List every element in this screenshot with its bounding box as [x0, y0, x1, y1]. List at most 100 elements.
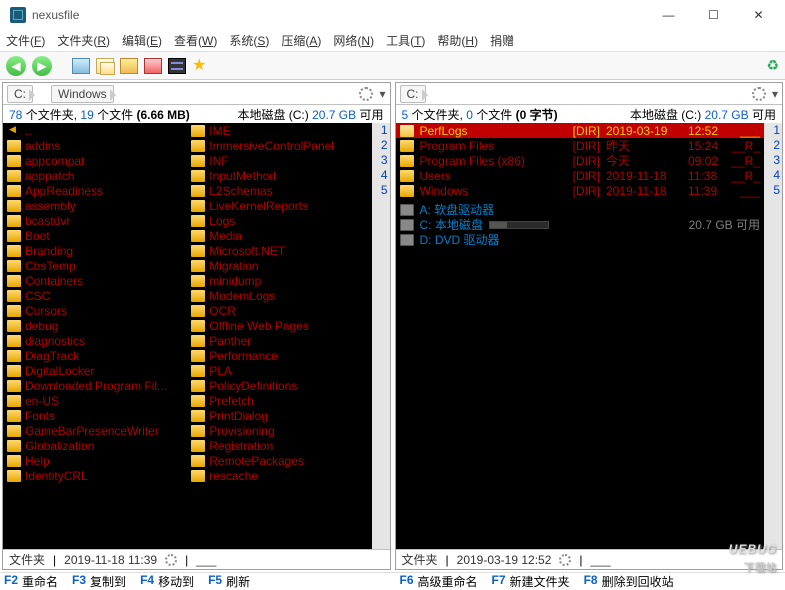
fn-key[interactable]: F4移动到: [140, 573, 194, 590]
list-item[interactable]: INF: [187, 153, 371, 168]
menu-item[interactable]: 帮助(H): [437, 32, 478, 49]
list-item[interactable]: Cursors: [3, 303, 187, 318]
list-item[interactable]: PLA: [187, 363, 371, 378]
right-path-bar[interactable]: C: ▾: [396, 83, 783, 105]
list-item[interactable]: Help: [3, 453, 187, 468]
list-item[interactable]: Prefetch: [187, 393, 371, 408]
list-item[interactable]: Users [DIR] 2019-11-18 11:38 __R_: [396, 168, 765, 183]
copy-icon[interactable]: [96, 58, 114, 74]
breadcrumb-drive[interactable]: C:: [400, 85, 426, 103]
nav-forward-button[interactable]: ▶: [32, 56, 52, 76]
list-item[interactable]: Logs: [187, 213, 371, 228]
file-name: Program Files: [420, 139, 561, 153]
view-icon[interactable]: [168, 58, 186, 74]
list-item[interactable]: Branding: [3, 243, 187, 258]
list-item[interactable]: bcastdvr: [3, 213, 187, 228]
menu-item[interactable]: 系统(S): [229, 32, 269, 49]
list-item[interactable]: OCR: [187, 303, 371, 318]
menu-item[interactable]: 查看(W): [174, 32, 217, 49]
drive-row[interactable]: A: 软盘驱动器: [396, 202, 765, 217]
list-item[interactable]: DiagTrack: [3, 348, 187, 363]
chevron-down-icon[interactable]: ▾: [379, 87, 385, 101]
fn-key[interactable]: F7新建文件夹: [492, 573, 570, 590]
list-item[interactable]: diagnostics: [3, 333, 187, 348]
list-item[interactable]: CSC: [3, 288, 187, 303]
fn-key[interactable]: F3复制到: [72, 573, 126, 590]
list-item[interactable]: addins: [3, 138, 187, 153]
fn-key[interactable]: F8删除到回收站: [584, 573, 674, 590]
list-item[interactable]: RemotePackages: [187, 453, 371, 468]
list-item[interactable]: ImmersiveControlPanel: [187, 138, 371, 153]
fn-key[interactable]: F6高级重命名: [400, 573, 478, 590]
list-item[interactable]: Registration: [187, 438, 371, 453]
right-file-list[interactable]: PerfLogs [DIR] 2019-03-19 12:52 ___ Prog…: [396, 123, 783, 549]
list-item[interactable]: L2Schemas: [187, 183, 371, 198]
fn-key[interactable]: F5刷新: [208, 573, 250, 590]
list-item[interactable]: LiveKernelReports: [187, 198, 371, 213]
list-item[interactable]: IME: [187, 123, 371, 138]
list-item[interactable]: DigitalLocker: [3, 363, 187, 378]
parent-dir-row[interactable]: ..: [3, 123, 187, 138]
list-item[interactable]: Program Files [DIR] 昨天 15:24 __R_: [396, 138, 765, 153]
list-item[interactable]: Globalization: [3, 438, 187, 453]
menu-item[interactable]: 编辑(E): [122, 32, 162, 49]
menu-item[interactable]: 网络(N): [333, 32, 374, 49]
nav-back-button[interactable]: ◀: [6, 56, 26, 76]
list-item[interactable]: Migration: [187, 258, 371, 273]
list-item[interactable]: Panther: [187, 333, 371, 348]
list-item[interactable]: apppatch: [3, 168, 187, 183]
file-name: Logs: [209, 214, 367, 228]
list-item[interactable]: en-US: [3, 393, 187, 408]
list-item[interactable]: appcompat: [3, 153, 187, 168]
list-item[interactable]: Performance: [187, 348, 371, 363]
menu-item[interactable]: 压缩(A): [281, 32, 321, 49]
list-item[interactable]: Fonts: [3, 408, 187, 423]
list-item[interactable]: PrintDialog: [187, 408, 371, 423]
list-item[interactable]: CbsTemp: [3, 258, 187, 273]
list-item[interactable]: PerfLogs [DIR] 2019-03-19 12:52 ___: [396, 123, 765, 138]
minimize-button[interactable]: —: [646, 1, 691, 29]
fn-key[interactable]: F2重命名: [4, 573, 58, 590]
list-item[interactable]: Boot: [3, 228, 187, 243]
list-item[interactable]: assembly: [3, 198, 187, 213]
favorite-icon[interactable]: ★: [192, 59, 206, 73]
list-item[interactable]: Downloaded Program Fil...: [3, 378, 187, 393]
list-item[interactable]: Windows [DIR] 2019-11-18 11:39 ___: [396, 183, 765, 198]
breadcrumb-drive[interactable]: C:: [7, 85, 33, 103]
file-name: Windows: [420, 184, 561, 198]
delete-icon[interactable]: [144, 58, 162, 74]
list-item[interactable]: Microsoft.NET: [187, 243, 371, 258]
list-item[interactable]: Offline Web Pages: [187, 318, 371, 333]
list-item[interactable]: AppReadiness: [3, 183, 187, 198]
drive-row[interactable]: C: 本地磁盘 20.7 GB 可用: [396, 217, 765, 232]
maximize-button[interactable]: ☐: [691, 1, 736, 29]
file-name: Fonts: [25, 409, 183, 423]
list-item[interactable]: GameBarPresenceWriter: [3, 423, 187, 438]
list-item[interactable]: Media: [187, 228, 371, 243]
new-icon[interactable]: [72, 58, 90, 74]
list-item[interactable]: minidump: [187, 273, 371, 288]
list-item[interactable]: rescache: [187, 468, 371, 483]
menu-item[interactable]: 文件夹(R): [57, 32, 110, 49]
left-file-list[interactable]: ..addinsappcompatapppatchAppReadinessass…: [3, 123, 390, 549]
list-item[interactable]: IdentityCRL: [3, 468, 187, 483]
list-item[interactable]: PolicyDefinitions: [187, 378, 371, 393]
menu-item[interactable]: 工具(T): [386, 32, 425, 49]
list-item[interactable]: Program Files (x86) [DIR] 今天 09:02 __R_: [396, 153, 765, 168]
list-item[interactable]: InputMethod: [187, 168, 371, 183]
list-item[interactable]: ModemLogs: [187, 288, 371, 303]
paste-icon[interactable]: [120, 58, 138, 74]
toolbar: ◀ ▶ ★ ♻: [0, 52, 785, 80]
chevron-down-icon[interactable]: ▾: [772, 87, 778, 101]
list-item[interactable]: debug: [3, 318, 187, 333]
close-button[interactable]: ✕: [736, 1, 781, 29]
list-item[interactable]: Provisioning: [187, 423, 371, 438]
recycle-icon[interactable]: ♻: [766, 57, 779, 74]
breadcrumb-folder[interactable]: Windows: [51, 85, 114, 103]
menu-item[interactable]: 文件(F): [6, 32, 45, 49]
drive-row[interactable]: D: DVD 驱动器: [396, 232, 765, 247]
list-item[interactable]: Containers: [3, 273, 187, 288]
file-name: en-US: [25, 394, 183, 408]
left-path-bar[interactable]: C: Windows ▾: [3, 83, 390, 105]
menu-item[interactable]: 捐赠: [490, 32, 514, 49]
